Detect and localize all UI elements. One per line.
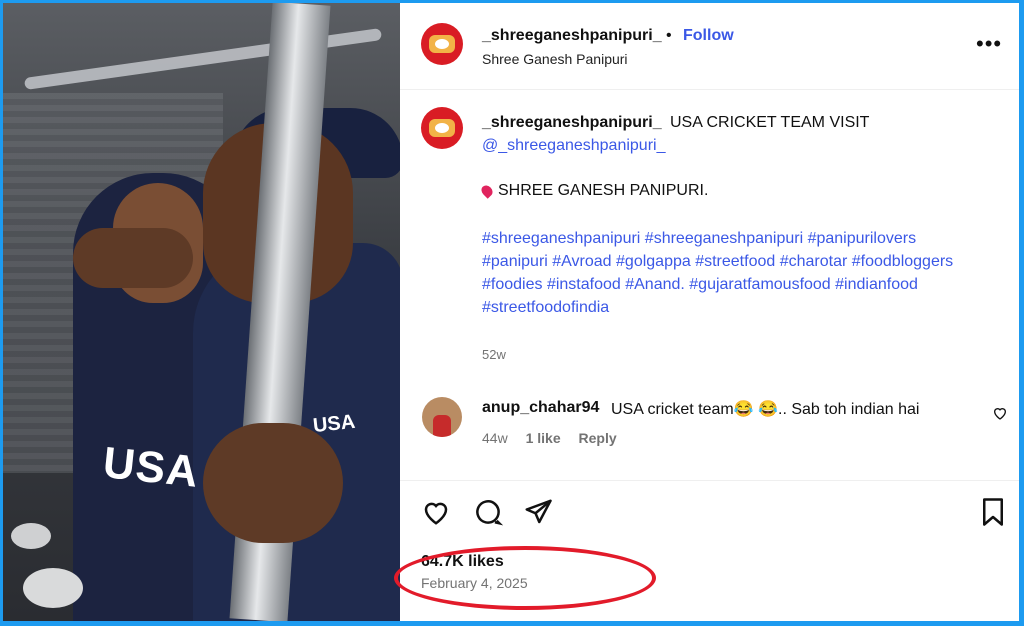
separator-dot: • <box>666 27 672 44</box>
pin-icon <box>479 182 495 199</box>
jersey-text: USA <box>100 438 202 497</box>
post-header: _shreeganeshpanipuri_ • Follow Shree Gan… <box>400 3 1019 90</box>
action-bar: 64.7K likes February 4, 2025 <box>394 480 1019 621</box>
commenter-avatar[interactable] <box>422 397 462 437</box>
caption-mention[interactable]: @_shreeganeshpanipuri_ <box>482 137 665 155</box>
brand-logo <box>429 35 455 53</box>
instagram-post: USA USA _shreeganeshpanipuri_ • Follow S… <box>3 3 1019 621</box>
post-video[interactable]: USA USA <box>3 3 400 621</box>
comment-heart-icon[interactable] <box>992 405 1008 421</box>
more-icon[interactable]: ••• <box>976 31 1002 57</box>
comment-username[interactable]: anup_chahar94 <box>482 399 599 417</box>
food-plate <box>11 523 51 549</box>
caption-shop: SHREE GANESH PANIPURI. <box>479 182 709 200</box>
caption-avatar[interactable] <box>421 107 463 149</box>
header-subtitle: Shree Ganesh Panipuri <box>482 51 628 67</box>
caption-title: USA CRICKET TEAM VISIT <box>670 114 870 131</box>
share-icon[interactable] <box>523 497 553 527</box>
caption-username[interactable]: _shreeganeshpanipuri_ <box>482 114 662 132</box>
background-rail <box>23 28 383 90</box>
post-sidebar: _shreeganeshpanipuri_ • Follow Shree Gan… <box>394 3 1019 621</box>
bookmark-icon[interactable] <box>980 497 1006 527</box>
food-plate <box>23 568 83 608</box>
highlight-oval <box>394 546 656 610</box>
header-username[interactable]: _shreeganeshpanipuri_ <box>482 27 662 45</box>
comment-meta: 44w 1 like Reply <box>482 430 631 446</box>
heart-icon[interactable] <box>421 497 451 527</box>
follow-button[interactable]: Follow <box>683 27 734 45</box>
comment-likes[interactable]: 1 like <box>526 430 561 446</box>
person-hand <box>73 228 193 288</box>
shop-name: SHREE GANESH PANIPURI. <box>498 182 709 199</box>
comment-icon[interactable] <box>473 497 503 527</box>
caption-hashtags[interactable]: #shreeganeshpanipuri #shreeganeshpanipur… <box>482 227 982 319</box>
brand-logo <box>429 119 455 137</box>
caption-age: 52w <box>482 347 506 362</box>
reply-button[interactable]: Reply <box>579 430 617 446</box>
comment-text: USA cricket team😂 😂.. Sab toh indian hai <box>611 401 920 418</box>
profile-avatar[interactable] <box>421 23 463 65</box>
person-hand-front <box>203 423 343 543</box>
comment-age: 44w <box>482 430 508 446</box>
jersey-text-small: USA <box>311 410 357 438</box>
